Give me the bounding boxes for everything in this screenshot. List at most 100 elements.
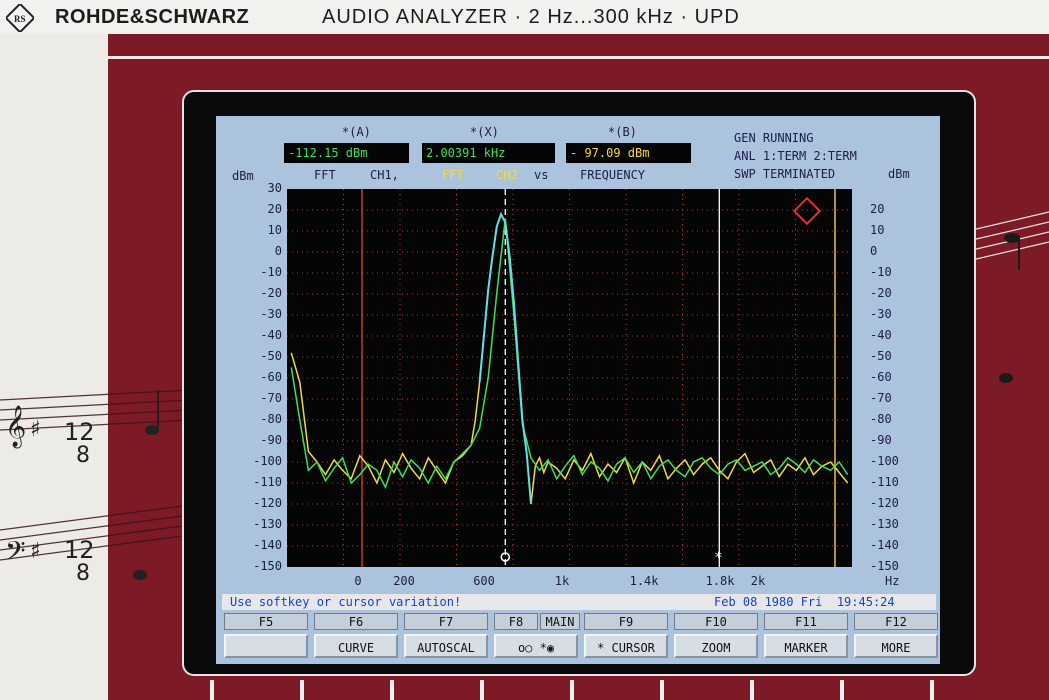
fkey-f12-label: F12 [854, 613, 938, 630]
softkey-f5-button[interactable] [224, 634, 308, 658]
svg-text:♯: ♯ [30, 539, 41, 564]
y-unit-right: dBm [888, 167, 910, 181]
y-tick-left: -110 [253, 475, 282, 489]
x-tick: 600 [473, 574, 495, 588]
readout-a-label: *(A) [342, 125, 371, 139]
x-tick: 1k [554, 574, 570, 588]
y-tick-left: -120 [253, 496, 282, 510]
status-generator: GEN RUNNING [734, 131, 814, 145]
y-tick-right: -50 [870, 349, 892, 363]
fkey-f7-label: F7 [404, 613, 488, 630]
y-tick-left: 30 [267, 181, 282, 195]
y-tick-left: -30 [260, 307, 282, 321]
fkey-f10-label: F10 [674, 613, 758, 630]
vs-label: vs [534, 168, 549, 182]
brand-name: ROHDE&SCHWARZ [55, 6, 250, 28]
x-tick: 1.4k [629, 574, 659, 588]
y-tick-right: -80 [870, 412, 892, 426]
readout-x-value: 2.00391 kHz [422, 143, 555, 163]
y-tick-left: -40 [260, 328, 282, 342]
softkey-more-button[interactable]: MORE [854, 634, 938, 658]
softkey-autoscale-button[interactable]: AUTOSCAL [404, 634, 488, 658]
y-tick-right: -10 [870, 265, 892, 279]
device-title: AUDIO ANALYZER · 2 Hz...300 kHz · UPD [322, 6, 740, 28]
svg-text:8: 8 [76, 561, 90, 586]
marker-handle-icon: * [714, 550, 722, 566]
y-tick-left: -140 [253, 538, 282, 552]
svg-text:12: 12 [64, 418, 95, 446]
svg-text:12: 12 [64, 536, 95, 564]
y-tick-right: -20 [870, 286, 892, 300]
y-tick-right: -110 [870, 475, 899, 489]
y-tick-right: 10 [870, 223, 885, 237]
status-analyzer: ANL 1:TERM 2:TERM [734, 149, 857, 163]
y-tick-right: -90 [870, 433, 892, 447]
trace1-mode: FFT [314, 168, 336, 182]
status-message: Use softkey or cursor variation! [230, 595, 462, 609]
readout-x-label: *(X) [470, 125, 499, 139]
rs-plot-logo-icon [792, 196, 822, 226]
hardkey-row [210, 680, 934, 700]
svg-text:8: 8 [76, 443, 90, 468]
spectrum-plot[interactable]: * [287, 189, 852, 567]
y-tick-left: -90 [260, 433, 282, 447]
y-tick-left: -10 [260, 265, 282, 279]
y-tick-right: -130 [870, 517, 899, 531]
y-tick-right: 0 [870, 244, 878, 258]
softkey-marker-button[interactable]: MARKER [764, 634, 848, 658]
svg-text:♯: ♯ [30, 417, 41, 442]
bezel-stripe [108, 56, 1049, 59]
softkey-cursor-button[interactable]: * CURSOR [584, 634, 668, 658]
y-tick-left: -130 [253, 517, 282, 531]
y-tick-right: 20 [870, 202, 885, 216]
y-tick-left: 10 [267, 223, 282, 237]
y-tick-right: -150 [870, 559, 899, 573]
fkey-f5-label: F5 [224, 613, 308, 630]
trace-ch1-line [290, 218, 849, 490]
x-tick: 2k [750, 574, 766, 588]
y-tick-right: -140 [870, 538, 899, 552]
softkey-curve-button[interactable]: CURVE [314, 634, 398, 658]
softkey-cursor-toggle-button[interactable]: o○ *◉ [494, 634, 578, 658]
readout-b-value: - 97.09 dBm [566, 143, 691, 163]
x-axis-quantity: FREQUENCY [580, 168, 646, 182]
y-tick-left: -20 [260, 286, 282, 300]
svg-text:RS: RS [14, 14, 26, 24]
softkey-zoom-button[interactable]: ZOOM [674, 634, 758, 658]
fkey-main-label: MAIN [540, 613, 580, 630]
x-tick: 200 [393, 574, 415, 588]
y-tick-left: 0 [274, 244, 282, 258]
x-tick: 0 [354, 574, 362, 588]
y-tick-right: -120 [870, 496, 899, 510]
readout-a-value: -112.15 dBm [284, 143, 409, 163]
y-tick-right: -60 [870, 370, 892, 384]
y-tick-left: -60 [260, 370, 282, 384]
x-tick: 1.8k [705, 574, 735, 588]
spectrum-svg: * [287, 189, 852, 567]
fkey-f6-label: F6 [314, 613, 398, 630]
x-unit: Hz [885, 574, 900, 588]
fkey-f8-label: F8 [494, 613, 538, 630]
fkey-f9-label: F9 [584, 613, 668, 630]
music-staff-right-icon [972, 211, 1049, 383]
trace2-mode: FFT [442, 168, 464, 182]
y-tick-left: -100 [253, 454, 282, 468]
rs-logo-icon: RS [6, 4, 34, 32]
y-tick-right: -70 [870, 391, 892, 405]
y-tick-left: 20 [267, 202, 282, 216]
y-tick-right: -30 [870, 307, 892, 321]
status-sweep: SWP TERMINATED [734, 167, 836, 181]
y-tick-left: -80 [260, 412, 282, 426]
status-datetime: Feb 08 1980 Fri 19:45:24 [714, 595, 895, 609]
readout-b-label: *(B) [608, 125, 637, 139]
rs-plot-logo-frame [792, 196, 822, 226]
svg-text:𝄢: 𝄢 [5, 535, 26, 573]
y-tick-right: -40 [870, 328, 892, 342]
trace1-channel: CH1, [370, 168, 399, 182]
y-tick-left: -150 [253, 559, 282, 573]
y-tick-left: -50 [260, 349, 282, 363]
svg-text:𝄞: 𝄞 [5, 405, 26, 448]
y-tick-left: -70 [260, 391, 282, 405]
music-staff-decoration-icon: 𝄞 ♯ 12 8 𝄢 ♯ 12 8 [0, 389, 190, 586]
fkey-f11-label: F11 [764, 613, 848, 630]
